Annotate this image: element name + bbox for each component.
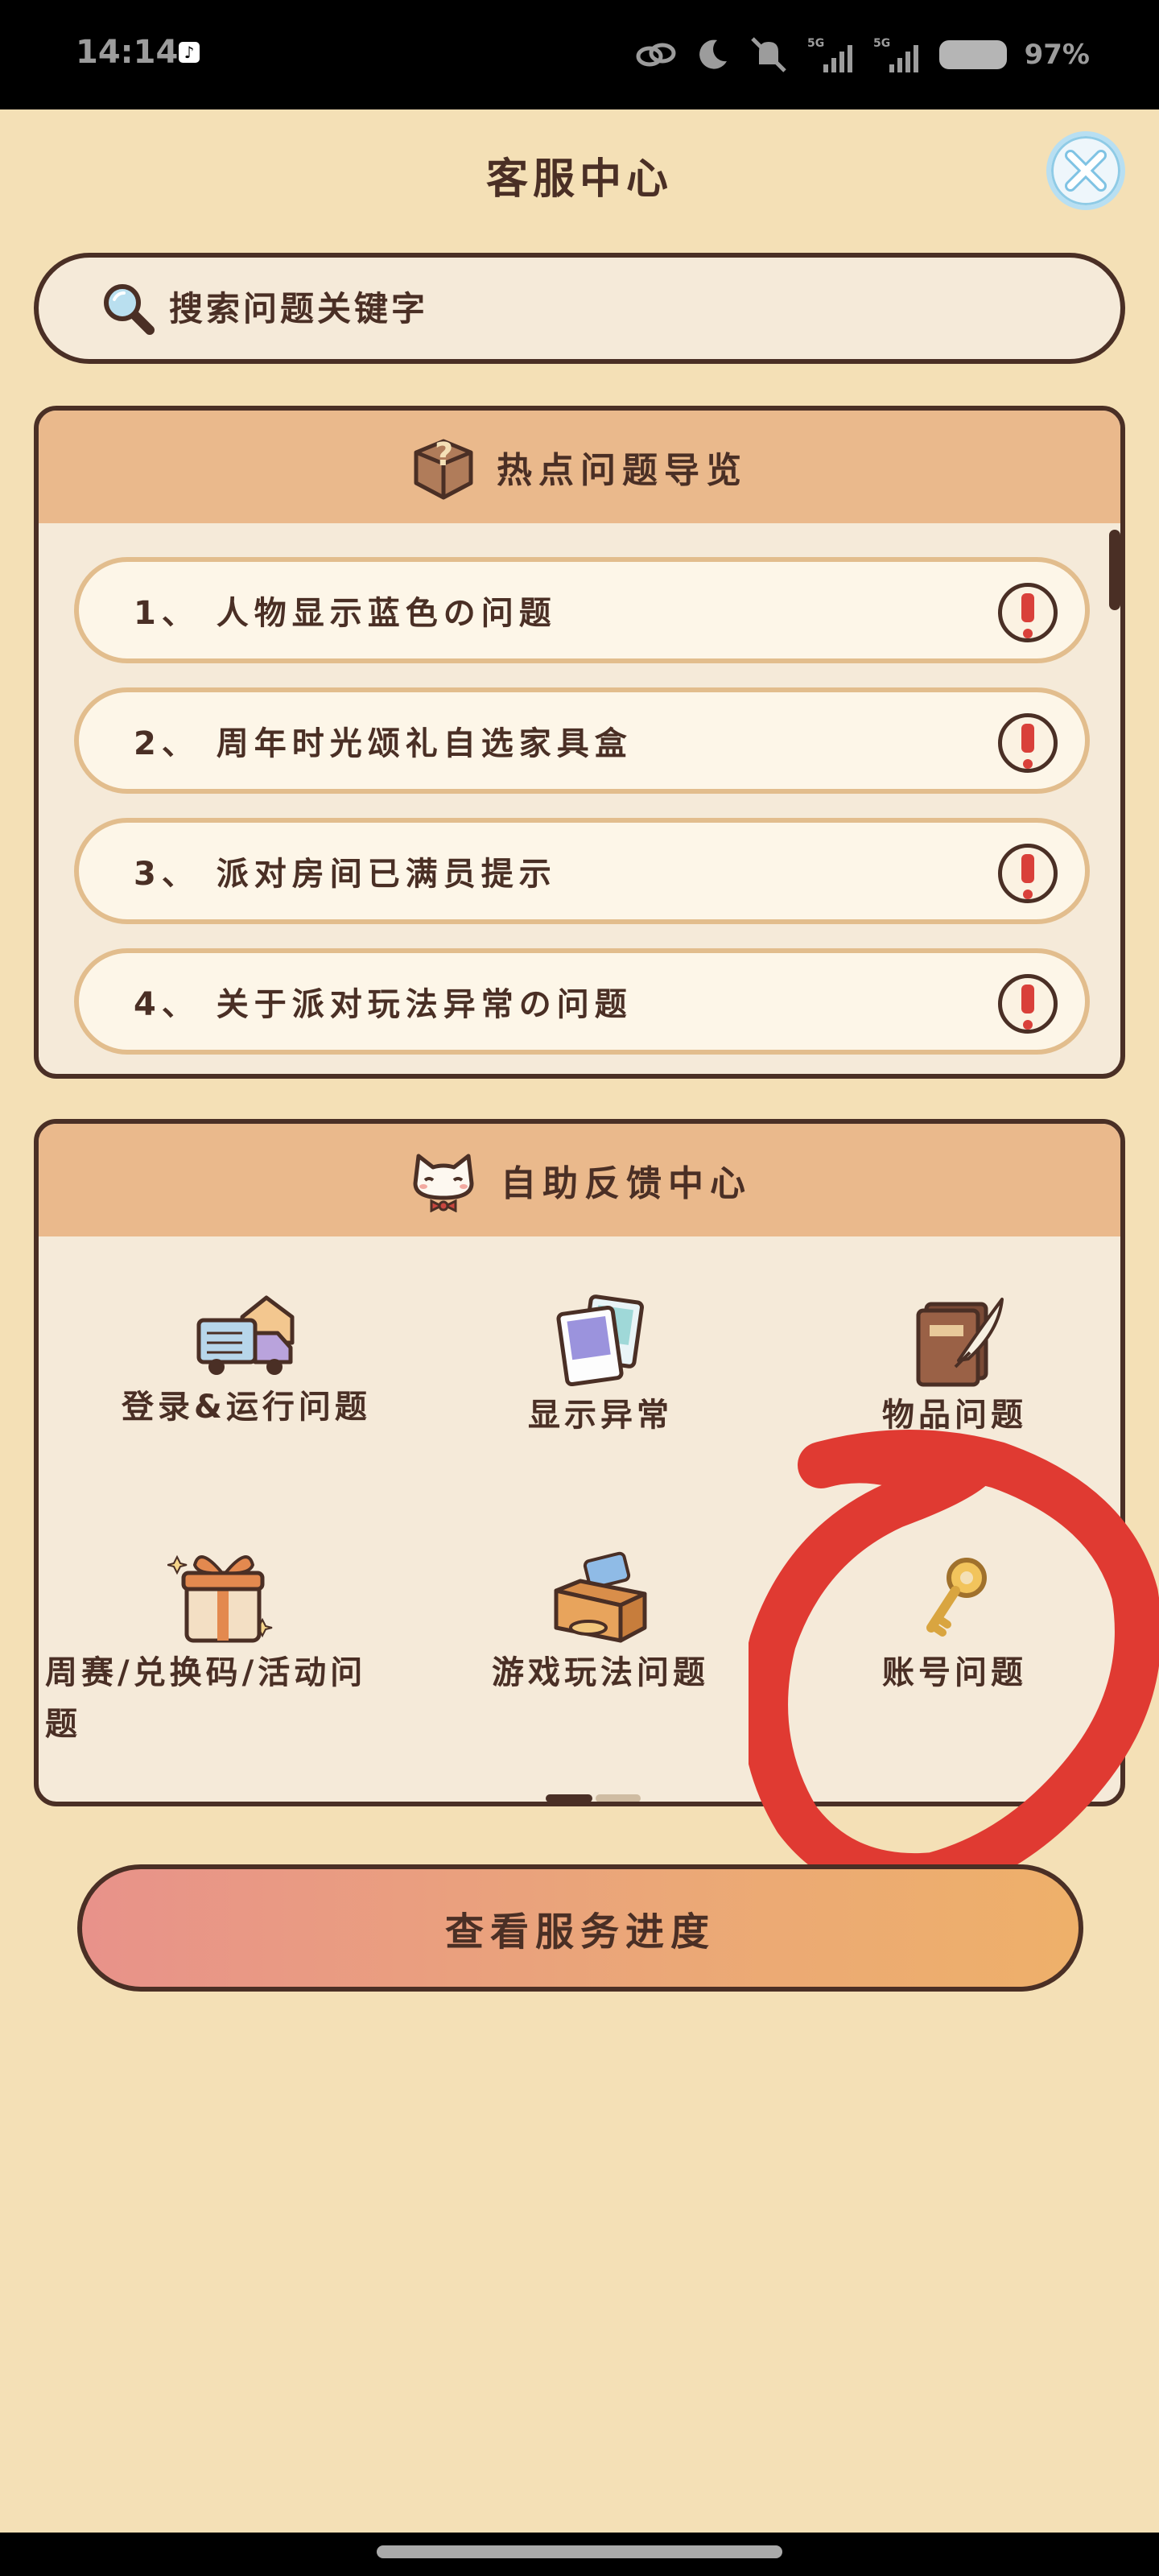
category-label: 物品问题 — [882, 1397, 1027, 1434]
self-help-title: 自助反馈中心 — [501, 1163, 752, 1204]
battery-icon — [938, 40, 1007, 69]
navigation-bar — [0, 2533, 1159, 2576]
search-bar[interactable] — [34, 253, 1125, 364]
signal-icon: 5G — [807, 37, 852, 72]
gift-icon — [167, 1554, 273, 1643]
home-handle[interactable] — [377, 2545, 782, 2558]
exclamation-icon — [998, 844, 1058, 903]
self-help-panel: 自助反馈中心 登录&运行问题 显示异常 物品问题 周赛/兑换码/活动问题 游戏玩… — [34, 1119, 1125, 1806]
faq-item-label: 1、 人物显示蓝色の问题 — [134, 595, 557, 632]
exclamation-icon — [998, 583, 1058, 642]
status-bar: 14:14 ♪ 5G 5G 97% — [0, 0, 1159, 109]
category-gameplay[interactable]: 游戏玩法问题 — [423, 1550, 777, 1699]
self-help-header: 自助反馈中心 — [39, 1124, 1120, 1236]
exclamation-icon — [998, 974, 1058, 1034]
category-login[interactable]: 登录&运行问题 — [69, 1293, 423, 1433]
book-quill-icon — [916, 1298, 1004, 1387]
faq-item-3[interactable]: 3、 派对房间已满员提示 — [74, 818, 1090, 924]
signal-icon-2: 5G — [873, 37, 918, 72]
magnifier-icon — [104, 284, 155, 335]
svg-text:5G: 5G — [873, 37, 890, 50]
box-icon — [554, 1551, 647, 1643]
battery-percent: 97% — [1024, 39, 1090, 71]
key-icon — [926, 1558, 987, 1637]
question-box-icon: ? — [414, 436, 473, 500]
page-indicator — [546, 1794, 650, 1802]
svg-text:?: ? — [435, 436, 453, 473]
faq-item-label: 3、 派对房间已满员提示 — [134, 856, 557, 893]
hot-questions-panel: ? 热点问题导览 1、 人物显示蓝色の问题 2、 周年时光颂礼自选家具盒 3、 … — [34, 406, 1125, 1079]
faq-item-label: 4、 关于派对玩法异常の问题 — [134, 986, 633, 1023]
svg-text:5G: 5G — [807, 37, 824, 50]
photos-icon — [556, 1294, 644, 1387]
category-events[interactable]: 周赛/兑换码/活动问题 — [39, 1542, 393, 1750]
page-title: 客服中心 — [485, 155, 673, 204]
category-account[interactable]: 账号问题 — [777, 1550, 1120, 1699]
search-input[interactable] — [169, 288, 974, 328]
category-label: 账号问题 — [882, 1654, 1027, 1691]
music-app-icon: ♪ — [179, 42, 200, 63]
cat-icon — [413, 1154, 474, 1212]
hot-questions-title: 热点问题导览 — [497, 450, 748, 491]
mute-icon — [750, 37, 786, 72]
close-button[interactable] — [1046, 131, 1125, 210]
faq-item-4[interactable]: 4、 关于派对玩法异常の问题 — [74, 948, 1090, 1055]
moon-icon — [699, 39, 727, 69]
category-label: 登录&运行问题 — [122, 1389, 371, 1426]
page-dot — [596, 1794, 641, 1802]
close-icon — [1065, 150, 1107, 192]
category-label: 游戏玩法问题 — [492, 1654, 709, 1691]
faq-item-2[interactable]: 2、 周年时光颂礼自选家具盒 — [74, 687, 1090, 794]
status-time: 14:14 — [76, 34, 179, 71]
faq-list: 1、 人物显示蓝色の问题 2、 周年时光颂礼自选家具盒 3、 派对房间已满员提示… — [39, 523, 1120, 1055]
truck-icon — [196, 1295, 295, 1375]
page-dot-active — [546, 1794, 592, 1802]
exclamation-icon — [998, 713, 1058, 773]
category-label: 显示异常 — [528, 1397, 673, 1434]
link-icon — [636, 43, 676, 67]
hot-questions-header: ? 热点问题导览 — [39, 411, 1120, 523]
category-items[interactable]: 物品问题 — [777, 1293, 1120, 1441]
faq-scrollbar[interactable] — [1109, 530, 1120, 610]
view-progress-button[interactable]: 查看服务进度 — [77, 1864, 1083, 1992]
category-label: 周赛/兑换码/活动问题 — [45, 1654, 367, 1743]
category-display[interactable]: 显示异常 — [423, 1293, 777, 1441]
faq-item-1[interactable]: 1、 人物显示蓝色の问题 — [74, 557, 1090, 663]
faq-item-label: 2、 周年时光颂礼自选家具盒 — [134, 725, 633, 762]
status-icons: 5G 5G 97% — [635, 29, 1090, 80]
